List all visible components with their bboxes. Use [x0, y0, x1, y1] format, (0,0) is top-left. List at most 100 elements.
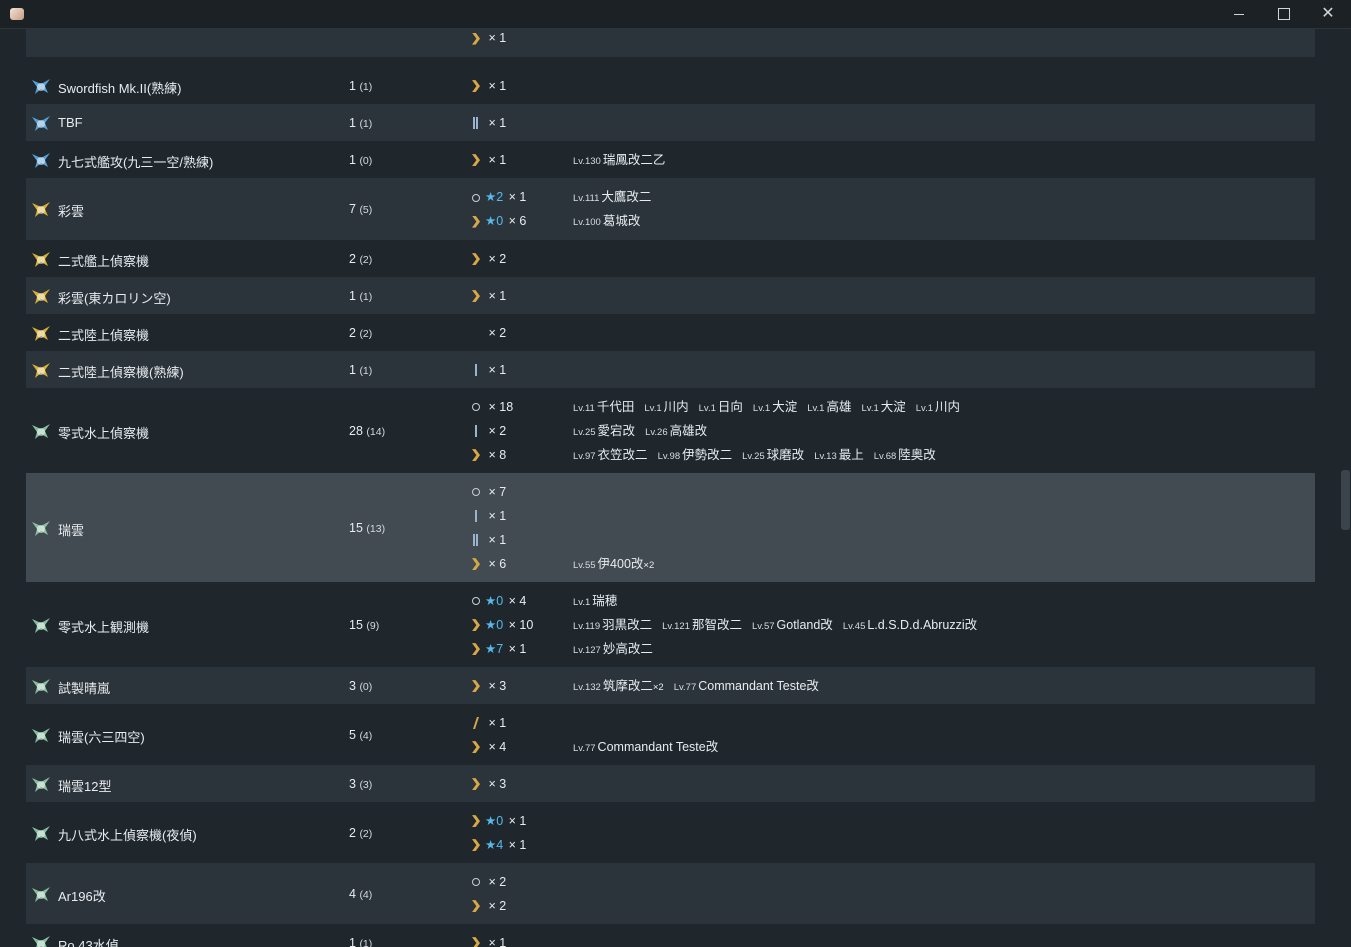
proficiency-lines: × 7 × 1 × 1 × 6 Lv.55 伊400改×2 [471, 473, 1311, 582]
proficiency-line: × 18 Lv.11 千代田 Lv.1 川内 Lv.1 日向 Lv.1 大淀 Lv.1 高雄 Lv.1… [471, 395, 960, 419]
ship-entry[interactable]: Lv.111 大鷹改二 [573, 190, 651, 204]
equipment-row[interactable]: Ar196改 4 (4) × 2 × 2 [26, 863, 1315, 924]
equipment-row[interactable]: × 1 [26, 29, 1315, 57]
equipment-row[interactable]: 瑞雲(六三四空) 5 (4) × 1 × 4 Lv.77 Commandant Tes… [26, 704, 1315, 765]
proficiency-lines: × 1 [471, 104, 1311, 141]
ship-name: 妙高改二 [602, 641, 653, 656]
ship-entry[interactable]: Lv.132 筑摩改二×2 [573, 679, 664, 693]
improvement-star: ★0 [485, 593, 504, 608]
equipment-name: 九七式艦攻(九三一空/熟練) [58, 154, 214, 170]
ship-name: 最上 [838, 447, 864, 462]
equipment-name: 瑞雲(六三四空) [58, 729, 145, 745]
equipment-row[interactable]: 九七式艦攻(九三一空/熟練) 1 (0) × 1 Lv.130 瑞鳳改二乙 [26, 141, 1315, 178]
ship-entry[interactable]: Lv.100 葛城改 [573, 214, 640, 228]
equipment-quantity: × 1 [505, 190, 527, 204]
equipment-name: TBF [58, 114, 83, 130]
ship-level: Lv.1 [644, 402, 662, 414]
minimize-button[interactable] [1216, 0, 1262, 28]
close-button[interactable]: ✕ [1305, 0, 1351, 28]
recon-plane-icon [30, 199, 52, 219]
ship-entry[interactable]: Lv.1 日向 [699, 400, 743, 414]
proficiency-line: × 7 [471, 480, 506, 504]
count-total: 3 [349, 678, 360, 693]
ship-entry[interactable]: Lv.11 千代田 [573, 400, 634, 414]
equipment-row[interactable]: 二式陸上偵察機(熟練) 1 (1) × 1 [26, 351, 1315, 388]
ship-entry[interactable]: Lv.55 伊400改×2 [573, 557, 654, 571]
equipment-row[interactable]: 零式水上偵察機 28 (14) × 18 Lv.11 千代田 Lv.1 川内 Lv.1 日向 L… [26, 388, 1315, 473]
proficiency-lines: × 2 × 2 [471, 863, 1311, 924]
bar3-proficiency-icon [471, 116, 483, 130]
equipment-quantity: × 1 [485, 78, 507, 93]
count-total: 2 [349, 251, 360, 266]
equipment-row[interactable]: TBF 1 (1) × 1 [26, 104, 1315, 141]
count-unlocked: (1) [359, 364, 373, 377]
equipment-row[interactable]: Swordfish Mk.II(熟練) 1 (1) × 1 [26, 67, 1315, 104]
equipment-row[interactable]: 九八式水上偵察機(夜偵) 2 (2) ★0 × 1 ★4 × 1 [26, 802, 1315, 863]
count-total: 7 [349, 202, 360, 216]
ship-level: Lv.111 [573, 193, 600, 204]
ship-entry[interactable]: Lv.98 伊勢改二 [658, 448, 733, 462]
equipment-quantity: × 1 [485, 288, 507, 303]
app-icon [10, 8, 24, 20]
ship-entry[interactable]: Lv.1 大淀 [753, 400, 797, 414]
ship-entry[interactable]: Lv.119 羽黒改二 [573, 618, 652, 632]
ship-entry[interactable]: Lv.13 最上 [814, 448, 864, 462]
chev-proficiency-icon [471, 679, 483, 693]
equipment-row[interactable]: 試製晴嵐 3 (0) × 3 Lv.132 筑摩改二×2 Lv.77 Commandant… [26, 667, 1315, 704]
equipment-quantity: × 3 [485, 776, 507, 791]
equipment-row[interactable]: 瑞雲 15 (13) × 7 × 1 × 1 × 6 Lv.55 伊400改×2 [26, 473, 1315, 582]
equipment-row[interactable]: Ro.43水偵 1 (1) × 1 [26, 924, 1315, 947]
equipment-quantity: × 6 [505, 214, 527, 228]
count-total: 1 [349, 288, 360, 303]
equipment-quantity: × 2 [485, 423, 507, 438]
ship-multiplier: ×2 [652, 681, 664, 693]
ship-entry[interactable]: Lv.45 L.d.S.D.d.Abruzzi改 [843, 618, 977, 632]
ship-entry[interactable]: Lv.1 川内 [916, 400, 960, 414]
equipped-ships: Lv.130 瑞鳳改二乙 [573, 148, 675, 174]
ship-entry[interactable]: Lv.127 妙高改二 [573, 642, 653, 656]
ship-name: 川内 [935, 399, 961, 414]
equipment-count: 2 (2) [349, 326, 372, 340]
proficiency-lines: × 1 [471, 924, 1311, 947]
count-unlocked: (4) [359, 888, 373, 901]
equipment-quantity: × 7 [485, 484, 507, 499]
ship-entry[interactable]: Lv.77 Commandant Teste改 [573, 740, 718, 754]
proficiency-lines: × 1 [471, 29, 1311, 57]
count-unlocked: (2) [359, 327, 373, 340]
ship-entry[interactable]: Lv.25 球磨改 [742, 448, 804, 462]
ship-entry[interactable]: Lv.26 高雄改 [645, 424, 707, 438]
ship-entry[interactable]: Lv.1 川内 [644, 400, 688, 414]
equipment-row[interactable]: 彩雲(東カロリン空) 1 (1) × 1 [26, 277, 1315, 314]
equipment-row[interactable]: 二式艦上偵察機 2 (2) × 2 [26, 240, 1315, 277]
scrollbar-thumb[interactable] [1341, 470, 1350, 530]
equipment-count: 1 (1) [349, 79, 372, 93]
proficiency-line: × 1 [471, 284, 506, 308]
ship-entry[interactable]: Lv.1 瑞穂 [573, 594, 617, 608]
ship-entry[interactable]: Lv.77 Commandant Teste改 [674, 679, 819, 693]
ship-entry[interactable]: Lv.57 Gotland改 [752, 618, 833, 632]
equipment-row[interactable]: 零式水上観測機 15 (9) ★0 × 4 Lv.1 瑞穂 ★0 × 10 Lv.119 羽黒… [26, 582, 1315, 667]
ship-entry[interactable]: Lv.121 那智改二 [662, 618, 742, 632]
ship-name: 大鷹改二 [601, 190, 652, 204]
ship-level: Lv.97 [573, 450, 596, 462]
equipment-row[interactable]: 瑞雲12型 3 (3) × 3 [26, 765, 1315, 802]
seaplane-plane-icon [30, 421, 52, 441]
ship-entry[interactable]: Lv.1 大淀 [861, 400, 905, 414]
equipment-row[interactable]: 彩雲 7 (5) ★2 × 1 Lv.111 大鷹改二 ★0 × 6 Lv.100 葛城改 [26, 178, 1315, 240]
equipment-quantity: × 1 [505, 641, 527, 656]
equipment-quantity: × 2 [485, 325, 507, 340]
improvement-star: ★0 [485, 214, 504, 228]
ship-entry[interactable]: Lv.25 愛宕改 [573, 424, 635, 438]
ship-entry[interactable]: Lv.130 瑞鳳改二乙 [573, 153, 665, 167]
ship-entry[interactable]: Lv.97 衣笠改二 [573, 448, 648, 462]
maximize-button[interactable] [1261, 0, 1307, 28]
equipment-name: 二式陸上偵察機 [58, 327, 150, 343]
chev-proficiency-icon [471, 899, 483, 913]
chev-proficiency-icon [471, 777, 483, 791]
ship-name: 伊勢改二 [682, 447, 733, 462]
ship-entry[interactable]: Lv.1 高雄 [807, 400, 851, 414]
ship-entry[interactable]: Lv.68 陸奥改 [874, 448, 936, 462]
equipment-row[interactable]: 二式陸上偵察機 2 (2) × 2 [26, 314, 1315, 351]
ship-level: Lv.77 [573, 742, 596, 754]
proficiency-line: × 2 [471, 321, 506, 345]
